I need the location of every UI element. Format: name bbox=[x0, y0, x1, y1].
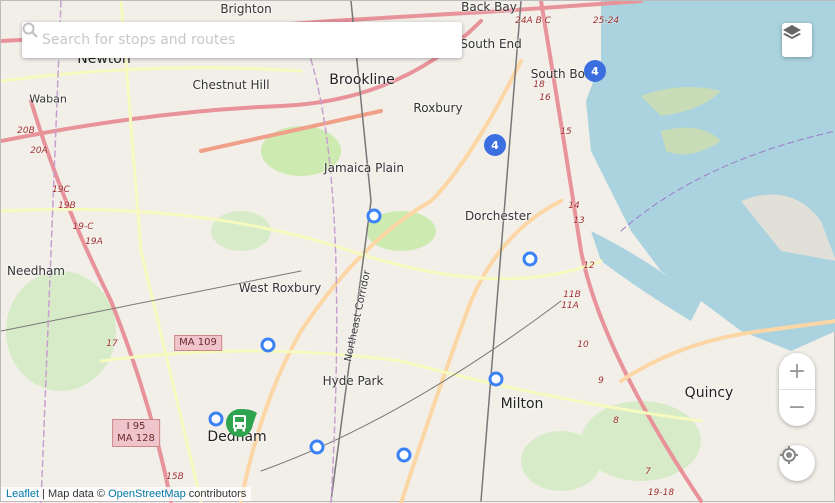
stop-marker[interactable] bbox=[396, 447, 412, 463]
place-label: South Bos bbox=[530, 67, 592, 81]
attribution: Leaflet | Map data © OpenStreetMap contr… bbox=[1, 487, 252, 501]
exit-number: 12 bbox=[583, 261, 595, 271]
exit-number: 15 bbox=[560, 127, 572, 137]
exit-number: 10 bbox=[577, 340, 589, 350]
stop-marker[interactable] bbox=[366, 208, 382, 224]
exit-number: 25-24 bbox=[592, 16, 620, 26]
exit-number: 19C bbox=[52, 185, 70, 195]
exit-number: 13 bbox=[573, 216, 585, 226]
bus-icon bbox=[226, 409, 257, 437]
leaflet-link[interactable]: Leaflet bbox=[6, 488, 39, 500]
search-bar[interactable] bbox=[22, 22, 462, 58]
layers-icon bbox=[783, 25, 801, 39]
stop-marker[interactable] bbox=[309, 439, 325, 455]
exit-number: 15B bbox=[166, 472, 184, 482]
attribution-text: | Map data © bbox=[39, 488, 109, 500]
bus-vehicle-marker[interactable] bbox=[224, 408, 258, 438]
exit-number: 19-18 bbox=[647, 488, 675, 498]
exit-number: 20B bbox=[17, 126, 35, 136]
place-label: Brighton bbox=[220, 2, 272, 16]
osm-link[interactable]: OpenStreetMap bbox=[108, 488, 186, 500]
exit-number: 11A bbox=[561, 301, 579, 311]
exit-number: 24A B C bbox=[515, 16, 551, 26]
crosshair-icon bbox=[780, 446, 798, 464]
route-shield-ma109: MA 109 bbox=[174, 335, 222, 351]
stop-marker[interactable] bbox=[522, 251, 538, 267]
place-label: Dorchester bbox=[464, 209, 532, 223]
exit-number: 8 bbox=[613, 416, 619, 426]
exit-number: 7 bbox=[645, 467, 651, 477]
zoom-out-button[interactable]: − bbox=[779, 390, 815, 426]
exit-number: 17 bbox=[106, 339, 118, 349]
place-label: Milton bbox=[500, 396, 544, 412]
stop-cluster[interactable]: 4 bbox=[484, 134, 506, 156]
zoom-in-button[interactable]: + bbox=[779, 354, 815, 390]
place-label: West Roxbury bbox=[238, 281, 322, 295]
exit-number: 16 bbox=[539, 93, 551, 103]
zoom-control: + − bbox=[779, 353, 815, 426]
stop-cluster[interactable]: 4 bbox=[584, 60, 606, 82]
exit-number: 19-C bbox=[72, 222, 94, 232]
exit-number: 20A bbox=[30, 146, 48, 156]
map[interactable]: Brighton Back Bay South End Newton Brook… bbox=[0, 0, 835, 503]
place-label: Chestnut Hill bbox=[192, 78, 270, 92]
exit-number: 19A bbox=[85, 237, 103, 247]
search-input[interactable] bbox=[42, 32, 450, 48]
place-label: Roxbury bbox=[413, 101, 463, 115]
place-label: Back Bay bbox=[461, 0, 517, 14]
place-label: South End bbox=[460, 37, 522, 51]
exit-number: 11B bbox=[563, 290, 581, 300]
locate-me-button[interactable] bbox=[779, 445, 815, 481]
place-label: Hyde Park bbox=[322, 374, 384, 388]
place-label: Brookline bbox=[329, 72, 395, 88]
stop-marker[interactable] bbox=[208, 411, 224, 427]
place-label: Needham bbox=[6, 264, 66, 278]
exit-number: 18 bbox=[533, 80, 545, 90]
place-label: Quincy bbox=[684, 385, 734, 401]
route-shield-i95-ma128: I 95 MA 128 bbox=[112, 419, 160, 447]
stop-marker[interactable] bbox=[260, 337, 276, 353]
exit-number: 9 bbox=[598, 376, 604, 386]
search-icon[interactable] bbox=[22, 22, 38, 38]
place-label: Waban bbox=[29, 92, 67, 106]
attribution-text: contributors bbox=[185, 488, 247, 500]
place-label: Jamaica Plain bbox=[324, 161, 404, 175]
exit-number: 19B bbox=[58, 201, 76, 211]
exit-number: 14 bbox=[568, 201, 580, 211]
stop-marker[interactable] bbox=[488, 371, 504, 387]
layers-button[interactable] bbox=[782, 23, 812, 57]
